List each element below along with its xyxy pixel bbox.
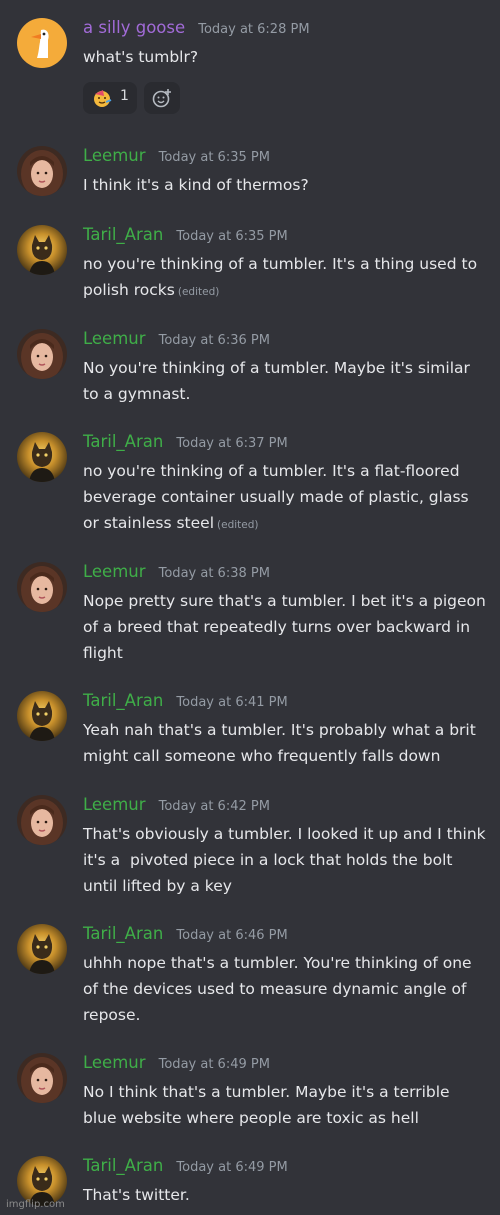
message-text: No you're thinking of a tumbler. Maybe i… bbox=[83, 359, 470, 403]
author-name[interactable]: Taril_Aran bbox=[83, 924, 163, 943]
message-text: uhhh nope that's a tumbler. You're think… bbox=[83, 954, 472, 1024]
author-name[interactable]: Taril_Aran bbox=[83, 225, 163, 244]
woman-avatar[interactable] bbox=[17, 329, 67, 379]
timestamp: Today at 6:49 PM bbox=[158, 1057, 270, 1072]
woman-avatar[interactable] bbox=[17, 562, 67, 612]
add-reaction-button[interactable] bbox=[144, 82, 180, 114]
woman-avatar[interactable] bbox=[17, 1053, 67, 1103]
author-name[interactable]: Leemur bbox=[83, 146, 146, 165]
cat-avatar[interactable] bbox=[17, 691, 67, 741]
timestamp: Today at 6:35 PM bbox=[176, 229, 288, 244]
goose-avatar[interactable] bbox=[17, 18, 67, 68]
timestamp: Today at 6:41 PM bbox=[176, 695, 288, 710]
reaction-chip[interactable]: 1 bbox=[83, 82, 137, 114]
author-name[interactable]: Taril_Aran bbox=[83, 691, 163, 710]
author-name[interactable]: Leemur bbox=[83, 1053, 146, 1072]
timestamp: Today at 6:49 PM bbox=[176, 1160, 288, 1175]
party-face-emoji-icon bbox=[91, 88, 113, 112]
message: a silly goose Today at 6:28 PM what's tu… bbox=[0, 18, 500, 118]
message-text: That's obviously a tumbler. I looked it … bbox=[83, 825, 486, 895]
message-text: No I think that's a tumbler. Maybe it's … bbox=[83, 1083, 450, 1127]
timestamp: Today at 6:36 PM bbox=[158, 333, 270, 348]
timestamp: Today at 6:37 PM bbox=[176, 436, 288, 451]
cat-avatar[interactable] bbox=[17, 432, 67, 482]
author-name[interactable]: Taril_Aran bbox=[83, 1156, 163, 1175]
timestamp: Today at 6:38 PM bbox=[158, 566, 270, 581]
message: Leemur Today at 6:42 PM That's obviously… bbox=[0, 795, 500, 901]
message: Leemur Today at 6:38 PM Nope pretty sure… bbox=[0, 562, 500, 668]
timestamp: Today at 6:46 PM bbox=[176, 928, 288, 943]
woman-avatar[interactable] bbox=[17, 146, 67, 196]
edited-label: (edited) bbox=[217, 519, 259, 531]
author-name[interactable]: Leemur bbox=[83, 562, 146, 581]
cat-avatar[interactable] bbox=[17, 924, 67, 974]
add-reaction-icon bbox=[152, 89, 171, 108]
message-text: Yeah nah that's a tumbler. It's probably… bbox=[83, 721, 476, 765]
message: Leemur Today at 6:36 PM No you're thinki… bbox=[0, 329, 500, 409]
cat-avatar[interactable] bbox=[17, 225, 67, 275]
message: Taril_Aran Today at 6:41 PM Yeah nah tha… bbox=[0, 691, 500, 771]
message: Leemur Today at 6:49 PM No I think that'… bbox=[0, 1053, 500, 1133]
message: Taril_Aran Today at 6:46 PM uhhh nope th… bbox=[0, 924, 500, 1030]
message-text: no you're thinking of a tumbler. It's a … bbox=[83, 255, 478, 299]
timestamp: Today at 6:28 PM bbox=[198, 22, 310, 37]
message: Taril_Aran Today at 6:49 PM That's twitt… bbox=[0, 1156, 500, 1212]
timestamp: Today at 6:42 PM bbox=[158, 799, 270, 814]
message: Taril_Aran Today at 6:35 PM no you're th… bbox=[0, 225, 500, 305]
reaction-count: 1 bbox=[120, 88, 129, 104]
message: Taril_Aran Today at 6:37 PM no you're th… bbox=[0, 432, 500, 538]
woman-avatar[interactable] bbox=[17, 795, 67, 845]
message-text: Nope pretty sure that's a tumbler. I bet… bbox=[83, 592, 486, 662]
author-name[interactable]: a silly goose bbox=[83, 18, 185, 37]
author-name[interactable]: Leemur bbox=[83, 795, 146, 814]
edited-label: (edited) bbox=[177, 286, 220, 298]
watermark: imgflip.com bbox=[6, 1199, 65, 1210]
author-name[interactable]: Leemur bbox=[83, 329, 146, 348]
message-text: no you're thinking of a tumbler. It's a … bbox=[83, 462, 469, 532]
message-text: what's tumblr? bbox=[83, 48, 199, 66]
timestamp: Today at 6:35 PM bbox=[158, 150, 270, 165]
author-name[interactable]: Taril_Aran bbox=[83, 432, 163, 451]
message: Leemur Today at 6:35 PM I think it's a k… bbox=[0, 146, 500, 202]
message-text: That's twitter. bbox=[83, 1186, 190, 1204]
message-text: I think it's a kind of thermos? bbox=[83, 176, 309, 194]
